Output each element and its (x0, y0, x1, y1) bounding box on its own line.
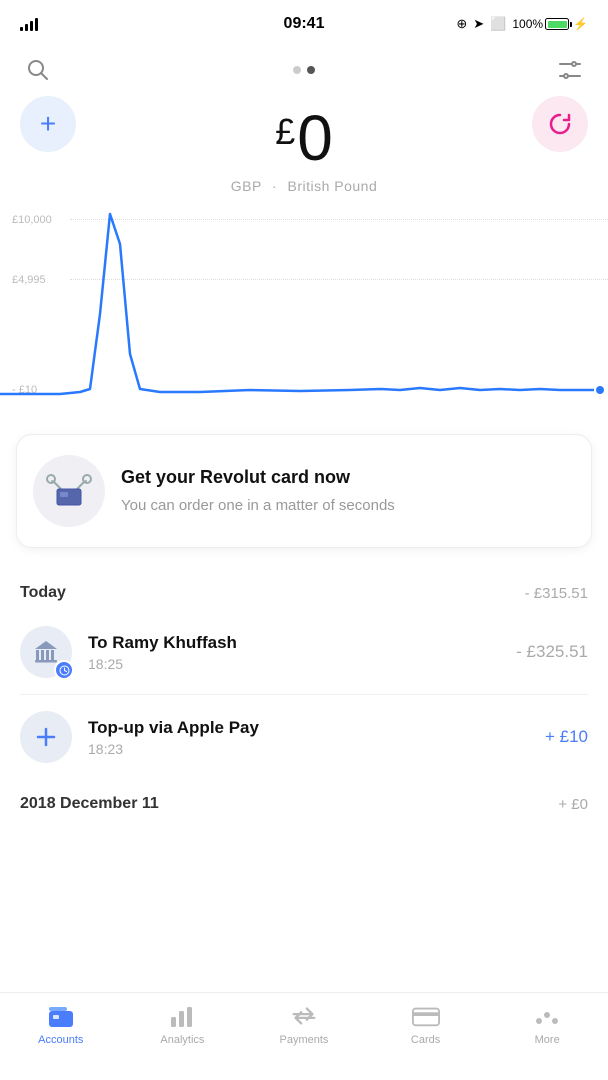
chart-svg-area (0, 194, 608, 414)
transaction-name-2: Top-up via Apple Pay (88, 718, 529, 738)
page-indicator (293, 66, 315, 74)
nav-item-more[interactable]: More (486, 1003, 608, 1046)
status-bar: 09:41 ⊕ ➤ ⬜ 100% ⚡ (0, 0, 608, 44)
cards-icon (412, 1003, 440, 1029)
transaction-info-1: To Ramy Khuffash 18:25 (88, 633, 500, 672)
chart-section: £10,000 £4,995 - £10 (0, 194, 608, 414)
nav-label-analytics: Analytics (160, 1034, 204, 1046)
transaction-item[interactable]: To Ramy Khuffash 18:25 - £325.51 (0, 610, 608, 694)
dot-2 (307, 66, 315, 74)
bottom-nav: Accounts Analytics Payments (0, 992, 608, 1080)
dot-1 (293, 66, 301, 74)
balance-amount: 0 (297, 106, 333, 170)
location-icon: ⊕ (456, 16, 467, 32)
today-total: - £315.51 (525, 585, 588, 602)
transaction-time-1: 18:25 (88, 656, 500, 672)
search-icon (27, 59, 49, 81)
today-section-header: Today - £315.51 (0, 568, 608, 610)
top-actions (0, 44, 608, 96)
chart-svg (0, 194, 608, 414)
charge-icon: ⚡ (573, 17, 588, 31)
payments-icon (290, 1003, 318, 1029)
status-time: 09:41 (284, 15, 325, 33)
signal-area (20, 17, 38, 31)
transaction-time-2: 18:23 (88, 741, 529, 757)
currency-name: British Pound (287, 178, 377, 194)
nav-label-accounts: Accounts (38, 1034, 83, 1046)
filter-icon (558, 60, 582, 80)
refresh-button[interactable] (532, 96, 588, 152)
transaction-name-1: To Ramy Khuffash (88, 633, 500, 653)
status-right: ⊕ ➤ ⬜ 100% ⚡ (456, 16, 588, 32)
analytics-icon (168, 1003, 196, 1029)
transaction-amount-2: + £10 (545, 727, 588, 747)
bank-icon (32, 638, 60, 666)
battery-percentage: 100% (512, 17, 543, 31)
balance-section: + £ 0 GBP · British Pound (0, 96, 608, 194)
accounts-icon (47, 1003, 75, 1029)
filter-button[interactable] (552, 52, 588, 88)
add-button[interactable]: + (20, 96, 76, 152)
transaction-item-2[interactable]: Top-up via Apple Pay 18:23 + £10 (0, 695, 608, 779)
battery-container: 100% ⚡ (512, 17, 588, 31)
next-section-total: + £0 (558, 796, 588, 813)
screen-icon: ⬜ (490, 16, 506, 32)
nav-item-accounts[interactable]: Accounts (0, 1003, 122, 1046)
nav-item-cards[interactable]: Cards (365, 1003, 487, 1046)
transaction-avatar-bank (20, 626, 72, 678)
navigation-icon: ➤ (473, 16, 484, 32)
nav-label-cards: Cards (411, 1034, 440, 1046)
plus-icon (34, 725, 58, 749)
promo-subtitle: You can order one in a matter of seconds (121, 495, 395, 516)
revolut-card-icon (43, 465, 95, 517)
today-label: Today (20, 584, 66, 602)
transaction-avatar-plus (20, 711, 72, 763)
balance-display: £ 0 (275, 106, 333, 170)
more-icon (533, 1003, 561, 1029)
next-section-header: 2018 December 11 + £0 (0, 779, 608, 821)
promo-icon-wrapper (33, 455, 105, 527)
promo-card[interactable]: Get your Revolut card now You can order … (16, 434, 592, 548)
transaction-info-2: Top-up via Apple Pay 18:23 (88, 718, 529, 757)
refresh-icon (546, 110, 574, 138)
currency-code: GBP (231, 178, 262, 194)
nav-label-more: More (535, 1034, 560, 1046)
next-section-label: 2018 December 11 (20, 795, 159, 813)
nav-label-payments: Payments (280, 1034, 329, 1046)
currency-symbol: £ (275, 114, 295, 150)
balance-subtitle: GBP · British Pound (231, 178, 378, 194)
transaction-amount-1: - £325.51 (516, 642, 588, 662)
search-button[interactable] (20, 52, 56, 88)
promo-title: Get your Revolut card now (121, 466, 395, 489)
battery-icon (545, 18, 569, 30)
transaction-badge-clock (54, 660, 74, 680)
promo-text: Get your Revolut card now You can order … (121, 466, 395, 516)
nav-item-analytics[interactable]: Analytics (122, 1003, 244, 1046)
nav-item-payments[interactable]: Payments (243, 1003, 365, 1046)
signal-bars (20, 17, 38, 31)
